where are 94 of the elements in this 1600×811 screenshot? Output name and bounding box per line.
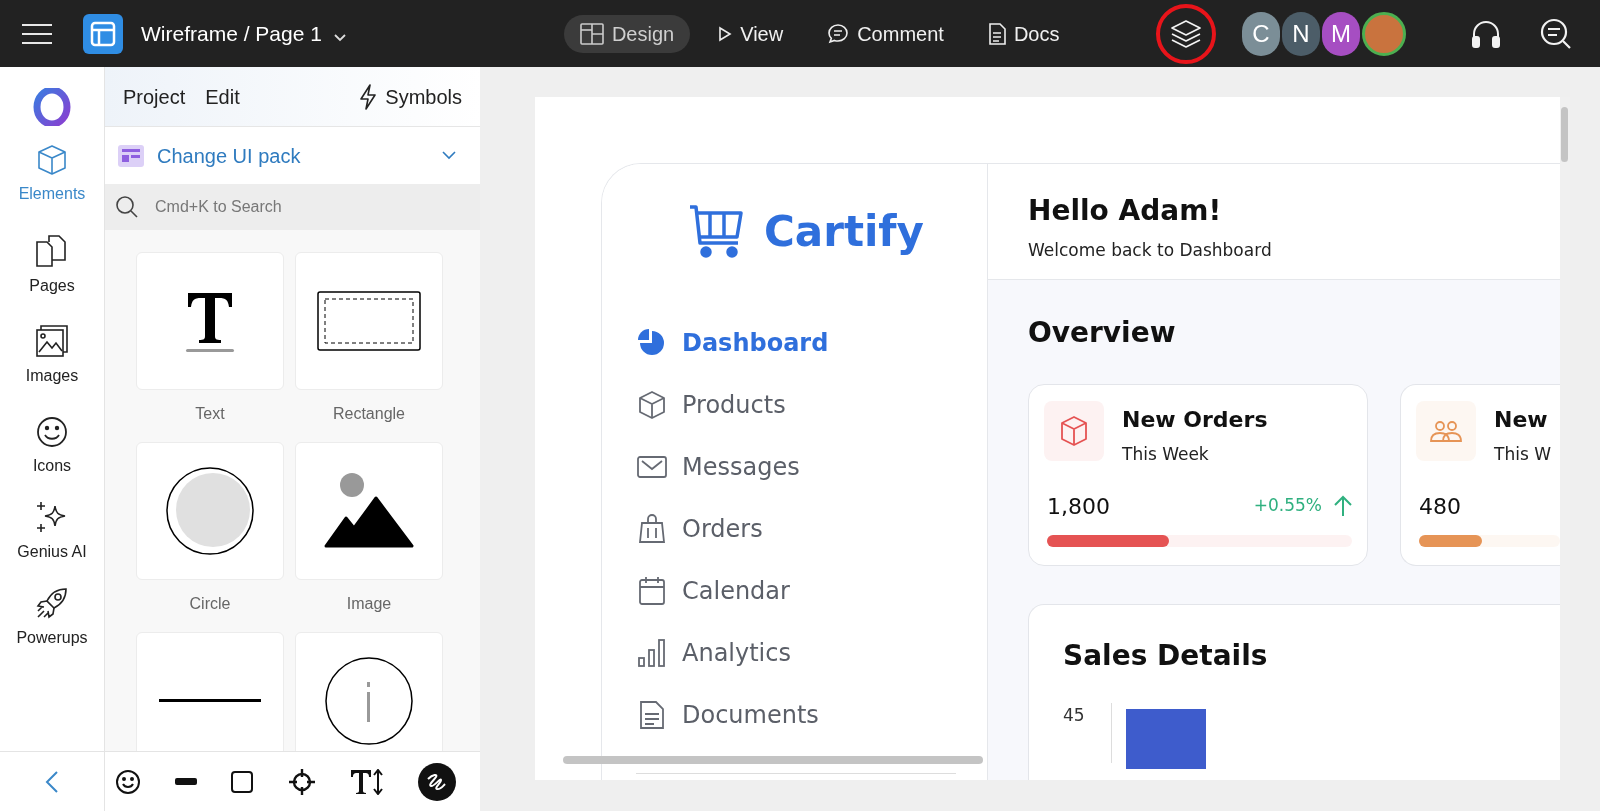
layers-icon	[1170, 18, 1202, 49]
welcome-text: Welcome back to Dashboard	[1028, 239, 1273, 262]
layers-button[interactable]	[1156, 3, 1216, 64]
element-tile[interactable]	[136, 442, 284, 580]
avatar[interactable]: N	[1282, 11, 1320, 56]
ui-pack-icon	[117, 143, 145, 168]
search-icon[interactable]	[1540, 17, 1572, 50]
smiley-icon[interactable]	[115, 768, 141, 795]
element-tile[interactable]	[136, 252, 284, 390]
mode-tab[interactable]: Comment	[811, 14, 960, 53]
rocket-icon	[35, 586, 69, 620]
card-subtitle: This W	[1494, 443, 1551, 466]
lightning-icon	[359, 83, 378, 110]
axis-label: 45	[1063, 704, 1086, 727]
greeting: Hello Adam!	[1028, 193, 1223, 229]
section-title: Overview	[1028, 315, 1177, 351]
headset-icon[interactable]	[1470, 18, 1502, 49]
avatar-photo-placeholder[interactable]	[1362, 11, 1406, 56]
file-title[interactable]: Wireframe / Page 1	[141, 17, 346, 50]
element-tile[interactable]	[295, 632, 443, 751]
scrollbar-thumb[interactable]	[1561, 107, 1568, 162]
element-tile[interactable]	[136, 632, 284, 751]
mode-tab[interactable]: Docs	[971, 14, 1076, 53]
change-percent: +0.55%	[1253, 494, 1322, 518]
arrow-up-icon	[1334, 495, 1352, 517]
menu-item[interactable]: Project	[123, 81, 186, 112]
nav-item[interactable]: Messages	[636, 447, 987, 487]
tile-label: Image	[346, 594, 392, 614]
text-size-icon[interactable]	[349, 768, 384, 795]
rail-item[interactable]: Pages	[29, 234, 75, 298]
symbols-button[interactable]: Symbols	[359, 81, 462, 112]
card-value: 1,800	[1047, 492, 1110, 521]
nav-item[interactable]: Orders	[636, 509, 987, 549]
shopping-bag-icon	[636, 514, 668, 544]
line-tool-icon[interactable]	[175, 777, 198, 786]
square-icon[interactable]	[231, 770, 254, 793]
avatar[interactable]: M	[1322, 11, 1360, 56]
element-tile[interactable]	[295, 442, 443, 580]
info-icon	[324, 656, 414, 746]
search-field[interactable]: Cmd+K to Search	[105, 184, 480, 230]
image-icon	[324, 472, 414, 550]
rail-item[interactable]: Elements	[18, 144, 86, 206]
scribble-icon[interactable]	[417, 762, 456, 801]
mode-tab[interactable]: View	[702, 14, 800, 53]
menu-icon[interactable]	[21, 22, 53, 45]
nav-item[interactable]: Dashboard	[636, 323, 987, 363]
cart-icon	[688, 203, 744, 260]
rail-item[interactable]: Powerups	[16, 586, 88, 650]
ui-pack-dropdown[interactable]: Change UI pack	[105, 127, 480, 184]
layout-icon	[579, 22, 604, 45]
card-subtitle: This Week	[1122, 443, 1210, 466]
nav-item[interactable]: Documents	[636, 695, 987, 735]
bar-chart-icon	[636, 638, 668, 668]
circle-icon	[165, 466, 255, 556]
tile-label: Circle	[189, 594, 231, 614]
rectangle-icon	[317, 291, 421, 351]
nav-item[interactable]: Products	[636, 385, 987, 425]
collapse-button[interactable]	[45, 769, 59, 794]
crosshair-icon[interactable]	[287, 767, 316, 796]
document-icon	[987, 22, 1006, 45]
rail-item[interactable]: Genius AI	[17, 500, 87, 564]
cube-icon	[36, 144, 68, 176]
smiley-icon	[36, 416, 68, 448]
search-input[interactable]: Cmd+K to Search	[155, 195, 435, 219]
app-logo-icon	[83, 13, 123, 54]
rail-item[interactable]: Icons	[32, 416, 72, 478]
card-title: New	[1494, 406, 1549, 434]
mode-tab[interactable]: Design	[563, 14, 691, 53]
envelope-icon	[636, 455, 668, 479]
cube-icon	[1059, 415, 1089, 447]
horizontal-scrollbar-thumb[interactable]	[563, 756, 983, 764]
speech-bubble-icon	[827, 22, 850, 45]
image-icon	[35, 324, 69, 358]
chevron-down-icon	[442, 151, 456, 160]
people-icon	[1430, 419, 1462, 443]
tile-label: Text	[195, 404, 225, 424]
element-tile[interactable]	[295, 252, 443, 390]
nav-item[interactable]: Calendar	[636, 571, 987, 611]
search-icon	[115, 195, 139, 219]
menu-item[interactable]: Edit	[205, 81, 240, 112]
card-title: New Orders	[1122, 406, 1268, 434]
tile-label: Rectangle	[332, 404, 405, 424]
card-value: 480	[1419, 492, 1461, 521]
rail-item[interactable]: Images	[25, 324, 79, 388]
brand-name: Cartify	[764, 206, 924, 258]
card-title: Sales Details	[1063, 638, 1269, 674]
play-icon	[718, 25, 733, 42]
cube-icon	[636, 390, 668, 420]
logo-icon	[33, 88, 71, 126]
pages-icon	[35, 234, 69, 268]
nav-item[interactable]: Analytics	[636, 633, 987, 673]
calendar-icon	[636, 576, 668, 606]
chevron-down-icon	[333, 33, 346, 42]
line-icon	[159, 699, 261, 703]
